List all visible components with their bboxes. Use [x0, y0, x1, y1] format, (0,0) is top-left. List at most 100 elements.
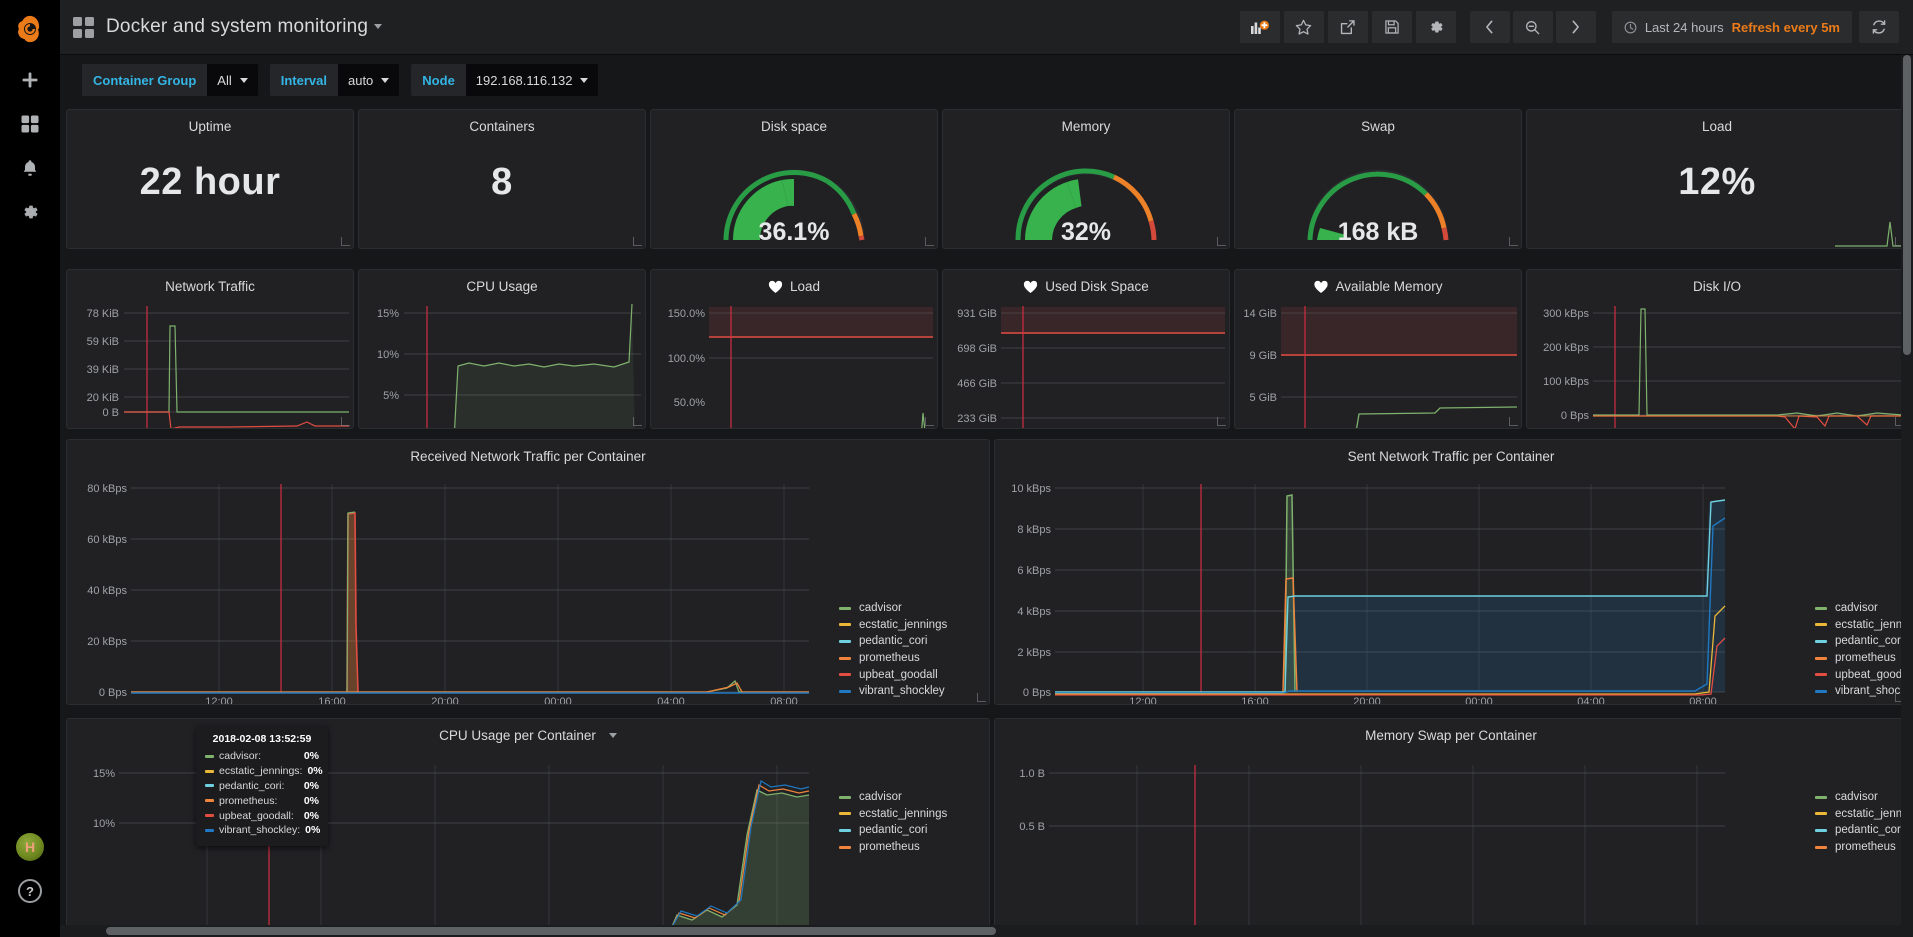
panel-resize-handle[interactable]	[1509, 237, 1518, 246]
panel-resize-handle[interactable]	[633, 237, 642, 246]
panel-received-network-traffic[interactable]: Received Network Traffic per Container 8…	[66, 439, 990, 705]
legend-item[interactable]: prometheus	[839, 839, 947, 856]
panel-resize-handle[interactable]	[341, 237, 350, 246]
legend-item[interactable]: vibrant_shockley	[839, 683, 947, 700]
graph-memory-swap-per-container: 1.0 B 0.5 B	[995, 745, 1907, 936]
ytick: 698 GiB	[957, 343, 997, 355]
panel-load-graph[interactable]: 🤍 Load 150.0% 100.0% 50.0% 0%	[650, 269, 938, 429]
legend-sent-network: cadvisor ecstatic_jennings pedantic_cori…	[1815, 600, 1907, 700]
panel-resize-handle[interactable]	[1509, 417, 1518, 426]
panel-swap[interactable]: Swap 168 kB	[1234, 109, 1522, 249]
legend-swatch-icon	[1815, 656, 1827, 660]
legend-item[interactable]: pedantic_cori	[1815, 822, 1907, 839]
legend-item[interactable]: pedantic_cori	[839, 822, 947, 839]
panel-resize-handle[interactable]	[341, 417, 350, 426]
user-avatar[interactable]: H	[0, 825, 60, 869]
dashboard-settings-button[interactable]	[1415, 11, 1456, 43]
panel-used-disk-space[interactable]: 🤍 Used Disk Space 931 GiB 698 GiB 466 Gi…	[942, 269, 1230, 429]
legend-item[interactable]: upbeat_goodall	[1815, 666, 1907, 683]
xtick: 00:00	[544, 696, 572, 705]
panel-load-stat[interactable]: Load 12%	[1526, 109, 1908, 249]
legend-swatch-icon	[1815, 689, 1827, 693]
legend-item[interactable]: prometheus	[1815, 650, 1907, 667]
legend-item[interactable]: cadvisor	[1815, 789, 1907, 806]
panel-resize-handle[interactable]	[633, 417, 642, 426]
horizontal-scrollbar-thumb[interactable]	[106, 927, 996, 935]
panel-network-traffic[interactable]: Network Traffic 78 KiB 59 KiB 39 KiB 20 …	[66, 269, 354, 429]
legend-item[interactable]: ecstatic_jennings	[1815, 806, 1907, 823]
variable-node: Node 192.168.116.132	[411, 64, 599, 96]
legend-label: ecstatic_jennings	[859, 807, 948, 820]
panel-resize-handle[interactable]	[925, 417, 934, 426]
variable-value-interval[interactable]: auto	[337, 64, 400, 96]
time-shift-back-button[interactable]	[1469, 11, 1510, 43]
panel-resize-handle[interactable]	[925, 237, 934, 246]
ytick: 78 KiB	[87, 308, 119, 320]
vertical-scrollbar[interactable]	[1901, 55, 1913, 937]
panel-resize-handle[interactable]	[977, 693, 986, 702]
panel-memory[interactable]: Memory 32%	[942, 109, 1230, 249]
tooltip-row: ecstatic_jennings: 0%	[205, 764, 323, 779]
tooltip-swatch-icon	[205, 814, 214, 818]
sidebar-item-alerting[interactable]	[0, 146, 60, 190]
sidebar-item-create[interactable]	[0, 58, 60, 102]
legend-swatch-icon	[1815, 845, 1827, 849]
page-title[interactable]: Docker and system monitoring	[106, 16, 383, 38]
tooltip-row: upbeat_goodall: 0%	[205, 808, 319, 823]
refresh-button[interactable]	[1859, 11, 1899, 43]
legend-item[interactable]: ecstatic_jennings	[839, 617, 947, 634]
panel-containers[interactable]: Containers 8	[358, 109, 646, 249]
save-dashboard-button[interactable]	[1371, 11, 1412, 43]
panel-sent-network-traffic[interactable]: Sent Network Traffic per Container 10 kB…	[994, 439, 1908, 705]
ytick: 0 B	[102, 407, 119, 419]
dashboard-grid-icon	[73, 16, 94, 38]
variable-value-node[interactable]: 192.168.116.132	[465, 64, 599, 96]
tooltip-swatch-icon	[205, 784, 214, 788]
ytick: 233 GiB	[957, 413, 997, 425]
legend-item[interactable]: prometheus	[839, 650, 947, 667]
sidebar-item-dashboards[interactable]	[0, 102, 60, 146]
legend-swatch-icon	[839, 656, 851, 660]
variable-value-container-group[interactable]: All	[207, 64, 258, 96]
legend-item[interactable]: ecstatic_jennings	[839, 806, 947, 823]
graph-tooltip: 2018-02-08 13:52:59 cadvisor: 0% ecstati…	[196, 726, 328, 846]
panel-resize-handle[interactable]	[1217, 237, 1226, 246]
sidebar-item-configuration[interactable]	[0, 190, 60, 234]
legend-memory-swap: cadvisor ecstatic_jennings pedantic_cori…	[1815, 789, 1907, 856]
panel-uptime[interactable]: Uptime 22 hour	[66, 109, 354, 249]
legend-item[interactable]: upbeat_goodall	[839, 666, 947, 683]
gauge-value-disk-space: 36.1%	[759, 218, 830, 246]
vertical-scrollbar-thumb[interactable]	[1903, 55, 1911, 355]
horizontal-scrollbar[interactable]	[60, 925, 1913, 937]
panel-cpu-usage[interactable]: CPU Usage 15% 10% 5% 0%	[358, 269, 646, 429]
panel-available-memory[interactable]: 🤍 Available Memory 14 GiB 9 GiB 5 GiB 0 …	[1234, 269, 1522, 429]
legend-item[interactable]: cadvisor	[839, 600, 947, 617]
legend-item[interactable]: ecstatic_jennings	[1815, 617, 1907, 634]
legend-item[interactable]: cadvisor	[1815, 600, 1907, 617]
grafana-logo-icon[interactable]	[0, 0, 60, 58]
gauge-memory: 32%	[943, 136, 1229, 248]
panel-disk-io[interactable]: Disk I/O 300 kBps 200 kBps 100 kBps 0 Bp…	[1526, 269, 1908, 429]
help-button[interactable]: ?	[0, 869, 60, 913]
mark-favorite-button[interactable]	[1283, 11, 1324, 43]
ytick: 15%	[377, 308, 399, 320]
panel-title-memory: Memory	[1061, 119, 1111, 134]
ytick: 15%	[93, 768, 115, 780]
ytick: 10%	[377, 349, 399, 361]
time-shift-forward-button[interactable]	[1555, 11, 1596, 43]
time-range-picker[interactable]: Last 24 hours Refresh every 5m	[1611, 11, 1852, 43]
legend-item[interactable]: cadvisor	[839, 789, 947, 806]
panel-disk-space[interactable]: Disk space 36.1%	[650, 109, 938, 249]
panel-resize-handle[interactable]	[1217, 417, 1226, 426]
tooltip-series-value: 0%	[303, 750, 319, 763]
ytick: 59 KiB	[87, 336, 119, 348]
variable-label-node: Node	[411, 64, 466, 96]
legend-item[interactable]: pedantic_cori	[1815, 633, 1907, 650]
add-panel-button[interactable]	[1239, 11, 1280, 43]
panel-memory-swap-per-container[interactable]: Memory Swap per Container 1.0 B 0.5 B ca…	[994, 718, 1908, 937]
legend-item[interactable]: pedantic_cori	[839, 633, 947, 650]
zoom-out-button[interactable]	[1512, 11, 1553, 43]
template-variables-bar: Container Group All Interval auto Node 1…	[60, 55, 1913, 105]
legend-item[interactable]: prometheus	[1815, 839, 1907, 856]
share-dashboard-button[interactable]	[1327, 11, 1368, 43]
